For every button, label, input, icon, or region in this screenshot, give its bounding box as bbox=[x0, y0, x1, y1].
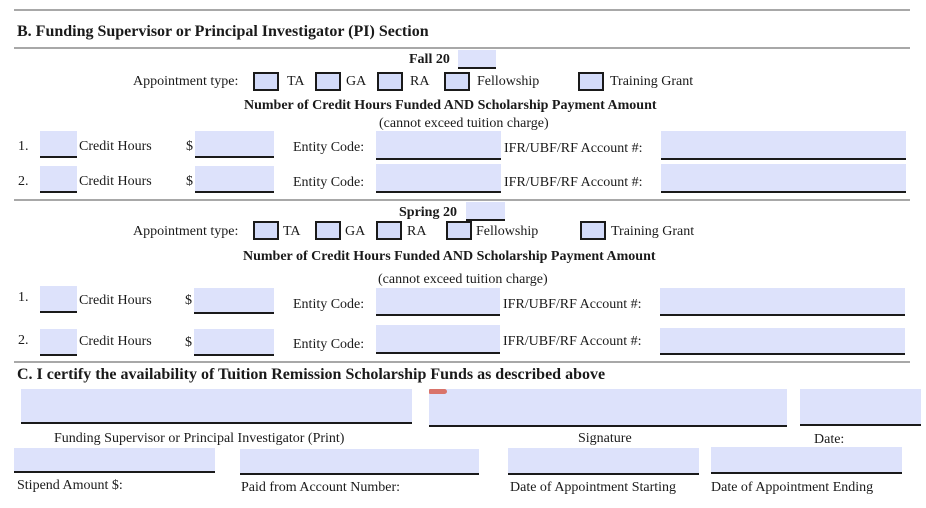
spring-row2-dollar-sign: $ bbox=[185, 335, 192, 350]
fall-ga-checkbox[interactable] bbox=[315, 72, 341, 91]
supervisor-print-field[interactable] bbox=[21, 389, 412, 424]
fall-row1-entity-code-field[interactable] bbox=[376, 131, 501, 160]
spring-fellowship-checkbox[interactable] bbox=[446, 221, 472, 240]
fall-ga-label: GA bbox=[346, 74, 367, 89]
spring-ra-checkbox[interactable] bbox=[376, 221, 402, 240]
spring-row2-credit-hours-field[interactable] bbox=[40, 329, 77, 356]
spring-row1-entity-code-label: Entity Code: bbox=[293, 297, 365, 312]
spring-row2-credit-hours-label: Credit Hours bbox=[79, 334, 152, 349]
required-field-marker bbox=[429, 389, 447, 394]
section-b-title: B. Funding Supervisor or Principal Inves… bbox=[17, 23, 429, 40]
fall-subheading: Number of Credit Hours Funded AND Schola… bbox=[244, 98, 657, 113]
spring-row1-account-field[interactable] bbox=[660, 288, 905, 316]
fall-row1-number: 1. bbox=[18, 139, 29, 154]
fall-appointment-label: Appointment type: bbox=[133, 74, 239, 89]
top-divider bbox=[14, 9, 910, 11]
fall-row1-credit-hours-field[interactable] bbox=[40, 131, 77, 158]
fall-row1-account-label: IFR/UBF/RF Account #: bbox=[504, 141, 643, 156]
fall-row1-dollar-sign: $ bbox=[186, 139, 193, 154]
signature-field[interactable] bbox=[429, 389, 787, 427]
spring-ta-checkbox[interactable] bbox=[253, 221, 279, 240]
section-c-divider bbox=[14, 361, 910, 363]
spring-ta-label: TA bbox=[283, 224, 301, 239]
spring-appointment-label: Appointment type: bbox=[133, 224, 239, 239]
paid-from-account-label: Paid from Account Number: bbox=[241, 480, 401, 495]
fall-row2-entity-code-field[interactable] bbox=[376, 164, 501, 193]
spring-row2-account-label: IFR/UBF/RF Account #: bbox=[503, 334, 642, 349]
spring-year-field[interactable] bbox=[466, 202, 505, 221]
section-c-title: C. I certify the availability of Tuition… bbox=[17, 366, 606, 383]
appointment-end-label: Date of Appointment Ending bbox=[711, 480, 874, 495]
stipend-amount-label: Stipend Amount $: bbox=[17, 478, 123, 493]
appointment-end-field[interactable] bbox=[711, 447, 902, 474]
appointment-start-label: Date of Appointment Starting bbox=[510, 480, 677, 495]
fall-row2-number: 2. bbox=[18, 174, 29, 189]
section-b-divider bbox=[14, 47, 910, 49]
fall-row1-credit-hours-label: Credit Hours bbox=[79, 139, 152, 154]
spring-row2-entity-code-label: Entity Code: bbox=[293, 337, 365, 352]
fall-row1-entity-code-label: Entity Code: bbox=[293, 140, 365, 155]
fall-row2-entity-code-label: Entity Code: bbox=[293, 175, 365, 190]
appointment-start-field[interactable] bbox=[508, 448, 699, 475]
spring-row1-credit-hours-label: Credit Hours bbox=[79, 293, 152, 308]
spring-row2-entity-code-field[interactable] bbox=[376, 325, 500, 354]
fall-fellowship-label: Fellowship bbox=[477, 74, 540, 89]
spring-subheading: Number of Credit Hours Funded AND Schola… bbox=[243, 249, 656, 264]
fall-ra-label: RA bbox=[410, 74, 430, 89]
fall-training-grant-label: Training Grant bbox=[610, 74, 694, 89]
spring-row2-amount-field[interactable] bbox=[194, 329, 274, 356]
fall-row2-amount-field[interactable] bbox=[195, 166, 274, 193]
spring-row1-account-label: IFR/UBF/RF Account #: bbox=[503, 297, 642, 312]
spring-row1-entity-code-field[interactable] bbox=[376, 288, 500, 316]
spring-ga-checkbox[interactable] bbox=[315, 221, 341, 240]
spring-row1-dollar-sign: $ bbox=[185, 293, 192, 308]
fall-note: (cannot exceed tuition charge) bbox=[379, 116, 549, 131]
date-label: Date: bbox=[814, 432, 845, 447]
spring-row2-account-field[interactable] bbox=[660, 328, 905, 355]
spring-term-label: Spring 20 bbox=[399, 205, 457, 220]
spring-training-grant-label: Training Grant bbox=[611, 224, 695, 239]
spring-row2-number: 2. bbox=[18, 333, 29, 348]
fall-training-grant-checkbox[interactable] bbox=[578, 72, 604, 91]
spring-training-grant-checkbox[interactable] bbox=[580, 221, 606, 240]
fall-term-label: Fall 20 bbox=[409, 52, 450, 67]
spring-fellowship-label: Fellowship bbox=[476, 224, 539, 239]
fall-row2-account-field[interactable] bbox=[661, 164, 906, 193]
spring-row1-number: 1. bbox=[18, 290, 29, 305]
fall-row2-dollar-sign: $ bbox=[186, 174, 193, 189]
spring-row1-amount-field[interactable] bbox=[194, 288, 274, 314]
spring-row1-credit-hours-field[interactable] bbox=[40, 286, 77, 313]
fall-spring-divider bbox=[14, 199, 910, 201]
date-field[interactable] bbox=[800, 389, 921, 426]
fall-row2-credit-hours-field[interactable] bbox=[40, 166, 77, 193]
spring-ga-label: GA bbox=[345, 224, 366, 239]
fall-ra-checkbox[interactable] bbox=[377, 72, 403, 91]
fall-ta-checkbox[interactable] bbox=[253, 72, 279, 91]
spring-ra-label: RA bbox=[407, 224, 427, 239]
fall-row2-account-label: IFR/UBF/RF Account #: bbox=[504, 175, 643, 190]
fall-fellowship-checkbox[interactable] bbox=[444, 72, 470, 91]
stipend-amount-field[interactable] bbox=[14, 448, 215, 473]
fall-row1-account-field[interactable] bbox=[661, 131, 906, 160]
fall-row1-amount-field[interactable] bbox=[195, 131, 274, 158]
supervisor-print-label: Funding Supervisor or Principal Investig… bbox=[54, 431, 345, 446]
fall-year-field[interactable] bbox=[458, 50, 496, 69]
signature-label: Signature bbox=[578, 431, 632, 446]
paid-from-account-field[interactable] bbox=[240, 449, 479, 475]
fall-row2-credit-hours-label: Credit Hours bbox=[79, 174, 152, 189]
spring-note: (cannot exceed tuition charge) bbox=[378, 272, 548, 287]
fall-ta-label: TA bbox=[287, 74, 305, 89]
